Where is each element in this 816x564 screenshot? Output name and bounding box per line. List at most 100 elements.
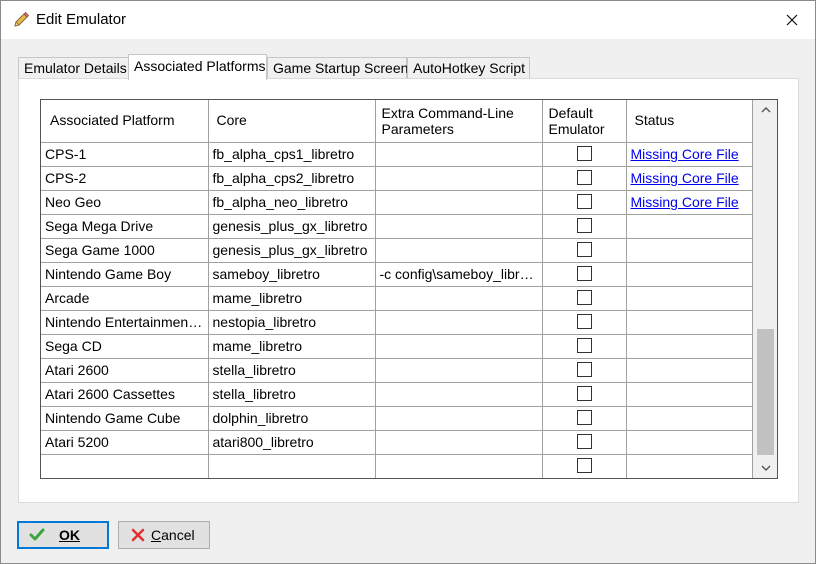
platform-cell[interactable]	[41, 453, 209, 478]
params-cell[interactable]	[374, 453, 543, 478]
table-row[interactable]: Sega Mega Drive genesis_plus_gx_libretro	[41, 213, 753, 239]
table-row[interactable]: Nintendo Game Cube dolphin_libretro	[41, 405, 753, 431]
table-row[interactable]	[41, 453, 753, 478]
header-associated-platform[interactable]: Associated Platform	[41, 100, 209, 143]
tab-autohotkey-script[interactable]: AutoHotkey Script	[407, 57, 530, 79]
params-cell[interactable]	[374, 141, 543, 167]
default-emulator-cell[interactable]	[541, 237, 627, 263]
core-cell[interactable]: stella_libretro	[207, 381, 376, 407]
platform-cell[interactable]: CPS-2	[41, 165, 209, 191]
params-cell[interactable]	[374, 429, 543, 455]
header-extra-params[interactable]: Extra Command-Line Parameters	[374, 100, 543, 143]
core-cell[interactable]: stella_libretro	[207, 357, 376, 383]
platforms-grid[interactable]: Associated Platform Core Extra Command-L…	[40, 99, 778, 479]
default-emulator-cell[interactable]	[541, 333, 627, 359]
title-bar[interactable]: Edit Emulator	[1, 1, 815, 39]
params-cell[interactable]	[374, 237, 543, 263]
default-emulator-checkbox[interactable]	[576, 169, 592, 185]
header-core[interactable]: Core	[207, 100, 376, 143]
core-cell[interactable]: sameboy_libretro	[207, 261, 376, 287]
default-emulator-checkbox[interactable]	[576, 241, 592, 257]
default-emulator-checkbox[interactable]	[576, 409, 592, 425]
platform-cell[interactable]: Neo Geo	[41, 189, 209, 215]
table-row[interactable]: Atari 2600 Cassettes stella_libretro	[41, 381, 753, 407]
platform-cell[interactable]: Nintendo Game Boy	[41, 261, 209, 287]
params-cell[interactable]: -c config\sameboy_libre...	[374, 261, 543, 287]
table-row[interactable]: Arcade mame_libretro	[41, 285, 753, 311]
core-cell[interactable]: genesis_plus_gx_libretro	[207, 213, 376, 239]
params-cell[interactable]	[374, 165, 543, 191]
params-cell[interactable]	[374, 381, 543, 407]
default-emulator-cell[interactable]	[541, 429, 627, 455]
table-row[interactable]: CPS-2 fb_alpha_cps2_libretro Missing Core …	[41, 165, 753, 191]
scroll-thumb[interactable]	[757, 329, 774, 455]
core-cell[interactable]: mame_libretro	[207, 285, 376, 311]
core-cell[interactable]: mame_libretro	[207, 333, 376, 359]
default-emulator-checkbox[interactable]	[576, 385, 592, 401]
core-cell[interactable]	[207, 453, 376, 478]
default-emulator-cell[interactable]	[541, 381, 627, 407]
missing-core-link[interactable]: Missing Core File	[631, 194, 739, 210]
core-cell[interactable]: fb_alpha_cps2_libretro	[207, 165, 376, 191]
default-emulator-checkbox[interactable]	[576, 433, 592, 449]
vertical-scrollbar[interactable]	[753, 100, 777, 478]
table-row[interactable]: Nintendo Entertainment... nestopia_libret…	[41, 309, 753, 335]
params-cell[interactable]	[374, 405, 543, 431]
platform-cell[interactable]: Nintendo Game Cube	[41, 405, 209, 431]
platform-cell[interactable]: Atari 2600	[41, 357, 209, 383]
table-row[interactable]: Sega CD mame_libretro	[41, 333, 753, 359]
tab-associated-platforms[interactable]: Associated Platforms	[128, 54, 267, 80]
default-emulator-cell[interactable]	[541, 141, 627, 167]
default-emulator-cell[interactable]	[541, 261, 627, 287]
missing-core-link[interactable]: Missing Core File	[631, 146, 739, 162]
platform-cell[interactable]: Nintendo Entertainment...	[41, 309, 209, 335]
table-row[interactable]: Neo Geo fb_alpha_neo_libretro Missing Core…	[41, 189, 753, 215]
params-cell[interactable]	[374, 285, 543, 311]
cancel-button[interactable]: Cancel	[118, 521, 210, 549]
params-cell[interactable]	[374, 309, 543, 335]
platform-cell[interactable]: Atari 5200	[41, 429, 209, 455]
platform-cell[interactable]: Arcade	[41, 285, 209, 311]
core-cell[interactable]: dolphin_libretro	[207, 405, 376, 431]
platform-cell[interactable]: Atari 2600 Cassettes	[41, 381, 209, 407]
default-emulator-checkbox[interactable]	[576, 337, 592, 353]
default-emulator-checkbox[interactable]	[576, 313, 592, 329]
default-emulator-cell[interactable]	[541, 189, 627, 215]
default-emulator-cell[interactable]	[541, 453, 627, 478]
table-row[interactable]: Atari 5200 atari800_libretro	[41, 429, 753, 455]
platform-cell[interactable]: CPS-1	[41, 141, 209, 167]
table-row[interactable]: CPS-1 fb_alpha_cps1_libretro Missing Core …	[41, 141, 753, 167]
core-cell[interactable]: genesis_plus_gx_libretro	[207, 237, 376, 263]
missing-core-link[interactable]: Missing Core File	[631, 170, 739, 186]
default-emulator-checkbox[interactable]	[576, 145, 592, 161]
table-row[interactable]: Atari 2600 stella_libretro	[41, 357, 753, 383]
default-emulator-checkbox[interactable]	[576, 193, 592, 209]
core-cell[interactable]: nestopia_libretro	[207, 309, 376, 335]
default-emulator-cell[interactable]	[541, 309, 627, 335]
default-emulator-checkbox[interactable]	[576, 217, 592, 233]
close-button[interactable]	[769, 1, 815, 39]
default-emulator-cell[interactable]	[541, 357, 627, 383]
scroll-up-button[interactable]	[754, 100, 777, 120]
core-cell[interactable]: atari800_libretro	[207, 429, 376, 455]
default-emulator-cell[interactable]	[541, 405, 627, 431]
table-row[interactable]: Sega Game 1000 genesis_plus_gx_libretro	[41, 237, 753, 263]
platform-cell[interactable]: Sega Mega Drive	[41, 213, 209, 239]
default-emulator-cell[interactable]	[541, 165, 627, 191]
params-cell[interactable]	[374, 213, 543, 239]
tab-game-startup-screen[interactable]: Game Startup Screen	[267, 57, 408, 79]
ok-button[interactable]: OK	[17, 521, 109, 549]
params-cell[interactable]	[374, 357, 543, 383]
header-default-emulator[interactable]: Default Emulator	[541, 100, 627, 143]
platform-cell[interactable]: Sega Game 1000	[41, 237, 209, 263]
core-cell[interactable]: fb_alpha_neo_libretro	[207, 189, 376, 215]
platform-cell[interactable]: Sega CD	[41, 333, 209, 359]
default-emulator-cell[interactable]	[541, 285, 627, 311]
default-emulator-checkbox[interactable]	[576, 361, 592, 377]
default-emulator-checkbox[interactable]	[576, 457, 592, 473]
default-emulator-checkbox[interactable]	[576, 265, 592, 281]
default-emulator-checkbox[interactable]	[576, 289, 592, 305]
header-status[interactable]: Status	[625, 100, 753, 143]
scroll-down-button[interactable]	[754, 458, 777, 478]
core-cell[interactable]: fb_alpha_cps1_libretro	[207, 141, 376, 167]
